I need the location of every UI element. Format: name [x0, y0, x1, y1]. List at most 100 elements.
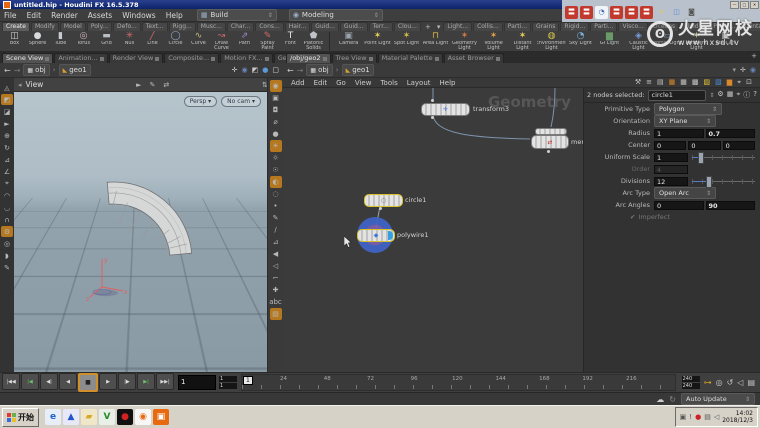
viewport-tool-icon[interactable]: ◬: [1, 82, 13, 93]
shelf-tab[interactable]: Grains: [532, 22, 559, 31]
shelf-tab[interactable]: Create: [2, 22, 30, 31]
center-y-field[interactable]: 0: [688, 141, 720, 150]
quick-launch-icon[interactable]: ▲: [63, 409, 79, 425]
display-option-icon[interactable]: •: [270, 200, 282, 212]
viewport-tool-icon[interactable]: ◗: [1, 250, 13, 261]
refresh-icon[interactable]: ↻: [669, 395, 676, 404]
recorder-button-icon[interactable]: 〓: [610, 6, 623, 19]
uniform-scale-slider[interactable]: [692, 152, 757, 162]
orientation-select[interactable]: XY Plane ⇕: [654, 115, 716, 127]
breadcrumb-geo1[interactable]: ◣ geo1: [59, 64, 91, 76]
shelf-tab[interactable]: Guid...: [311, 22, 339, 31]
shelf-tool[interactable]: ╱ Line: [141, 31, 164, 52]
network-toolbar-icon[interactable]: ▧: [715, 78, 722, 87]
display-option-icon[interactable]: ✎: [270, 212, 282, 224]
back-icon[interactable]: ←: [287, 66, 294, 75]
network-toolbar-icon[interactable]: ▦: [680, 78, 687, 87]
viewport-tool-icon[interactable]: ✎: [1, 262, 13, 273]
display-option-icon[interactable]: abc: [270, 296, 282, 308]
menu-item[interactable]: Assets: [88, 11, 112, 20]
transport-button[interactable]: |▶: [118, 373, 136, 390]
network-toolbar-icon[interactable]: ≡: [646, 78, 652, 87]
add-pane-tab-button[interactable]: +: [751, 52, 757, 63]
viewport-tool-icon[interactable]: ∩: [1, 214, 13, 225]
recorder-button-icon[interactable]: ✦: [655, 6, 668, 19]
shelf-tool[interactable]: ▮ Tube: [49, 31, 72, 52]
shelf-tool[interactable]: T Font: [279, 31, 302, 52]
pane-tab[interactable]: Tree View: [332, 53, 377, 63]
viewport-tool-icon[interactable]: ⊿: [1, 154, 13, 165]
recorder-button-icon[interactable]: ◙: [685, 6, 698, 19]
network-menu-item[interactable]: Edit: [314, 79, 328, 87]
display-option-icon[interactable]: ▣: [270, 92, 282, 104]
quick-launch-icon[interactable]: e: [45, 409, 61, 425]
tab-close-icon[interactable]: [100, 57, 104, 61]
breadcrumb-toolbar-icon[interactable]: ◩: [252, 66, 259, 74]
shelf-tab[interactable]: Popul...: [709, 22, 739, 31]
shelf-tool[interactable]: ✶ Distant Light: [508, 31, 537, 52]
menu-item[interactable]: Render: [51, 11, 78, 20]
breadcrumb-toolbar-icon[interactable]: ▢: [272, 66, 279, 74]
forward-icon[interactable]: →: [297, 66, 304, 75]
tab-close-icon[interactable]: [435, 57, 439, 61]
tray-icon[interactable]: ◁: [714, 413, 719, 421]
display-option-icon[interactable]: ◌: [270, 188, 282, 200]
tray-icon[interactable]: ●: [695, 413, 701, 421]
display-option-icon[interactable]: ∕: [270, 224, 282, 236]
recorder-button-icon[interactable]: 〓: [565, 6, 578, 19]
viewport-tool-icon[interactable]: ⊕: [1, 130, 13, 141]
shelf-tool[interactable]: ● Sphere: [26, 31, 49, 52]
tray-icon[interactable]: ▣: [680, 413, 687, 421]
pane-tab[interactable]: Motion FX...: [220, 53, 273, 63]
taskbar-clock[interactable]: 14:02 2018/12/3: [722, 410, 753, 424]
quick-launch-icon[interactable]: ◉: [135, 409, 151, 425]
shelf-tool[interactable]: ▱ Portal Light: [653, 31, 682, 52]
network-toolbar-icon[interactable]: ▩: [692, 78, 699, 87]
parameter-header-icon[interactable]: ?: [753, 90, 757, 100]
node-merge[interactable]: ⇄: [531, 135, 569, 149]
tab-close-icon[interactable]: [323, 57, 327, 61]
desktop-build-select[interactable]: ▦ Build ⇕: [197, 9, 277, 21]
shelf-tab[interactable]: Char...: [227, 22, 254, 31]
pane-tab[interactable]: Material Palette: [378, 53, 443, 63]
display-option-icon[interactable]: ⌐: [270, 272, 282, 284]
display-option-icon[interactable]: ◀: [270, 248, 282, 260]
current-frame-field[interactable]: 1: [178, 375, 216, 390]
network-toolbar-icon[interactable]: ⚒: [635, 78, 641, 87]
recorder-button-icon[interactable]: 〓: [580, 6, 593, 19]
display-option-icon[interactable]: ●: [270, 128, 282, 140]
network-toolbar-icon[interactable]: ▤: [657, 78, 664, 87]
shelf-tab[interactable]: Guid...: [340, 22, 368, 31]
quick-launch-icon[interactable]: V: [99, 409, 115, 425]
recorder-button-icon[interactable]: 〓: [625, 6, 638, 19]
viewport-tool-icon[interactable]: ⌖: [1, 178, 13, 189]
breadcrumb-toolbar-icon[interactable]: ◉: [750, 66, 756, 74]
breadcrumb-geo1[interactable]: ◣ geo1: [342, 64, 374, 76]
persp-view-select[interactable]: Persp ▾: [184, 96, 217, 107]
shelf-tab[interactable]: Fluid...: [680, 22, 708, 31]
playbar-option-icon[interactable]: ◎: [716, 378, 723, 387]
menu-item[interactable]: Help: [166, 11, 183, 20]
arc-angle-end-field[interactable]: 90: [706, 201, 756, 210]
start-button[interactable]: 开始: [2, 408, 39, 427]
transport-button[interactable]: |◀◀: [2, 373, 20, 390]
shelf-tab[interactable]: Rigid...: [560, 22, 589, 31]
view-bar-icon[interactable]: ✎: [149, 81, 155, 89]
transport-button[interactable]: ▶▶|: [156, 373, 174, 390]
transport-button[interactable]: ◀|: [40, 373, 58, 390]
tab-close-icon[interactable]: [496, 57, 500, 61]
playbar-option-icon[interactable]: ▤: [747, 378, 755, 387]
parameter-header-icon[interactable]: ⓘ: [743, 90, 750, 100]
playbar-option-icon[interactable]: ↺: [727, 378, 734, 387]
network-toolbar-icon[interactable]: ⌖: [737, 78, 741, 87]
shelf-tool[interactable]: ✳ Null: [118, 31, 141, 52]
shelf-tab[interactable]: Cons...: [255, 22, 284, 31]
imperfect-checkbox[interactable]: ✔: [630, 213, 635, 221]
display-option-icon[interactable]: ⊿: [270, 236, 282, 248]
network-menu-item[interactable]: View: [355, 79, 372, 87]
view-bar-icon[interactable]: ►: [136, 81, 141, 89]
shelf-tab[interactable]: Rigg...: [169, 22, 196, 31]
tab-close-icon[interactable]: [211, 57, 215, 61]
display-option-icon[interactable]: ⌀: [270, 116, 282, 128]
node-merge-cap[interactable]: [535, 128, 567, 135]
